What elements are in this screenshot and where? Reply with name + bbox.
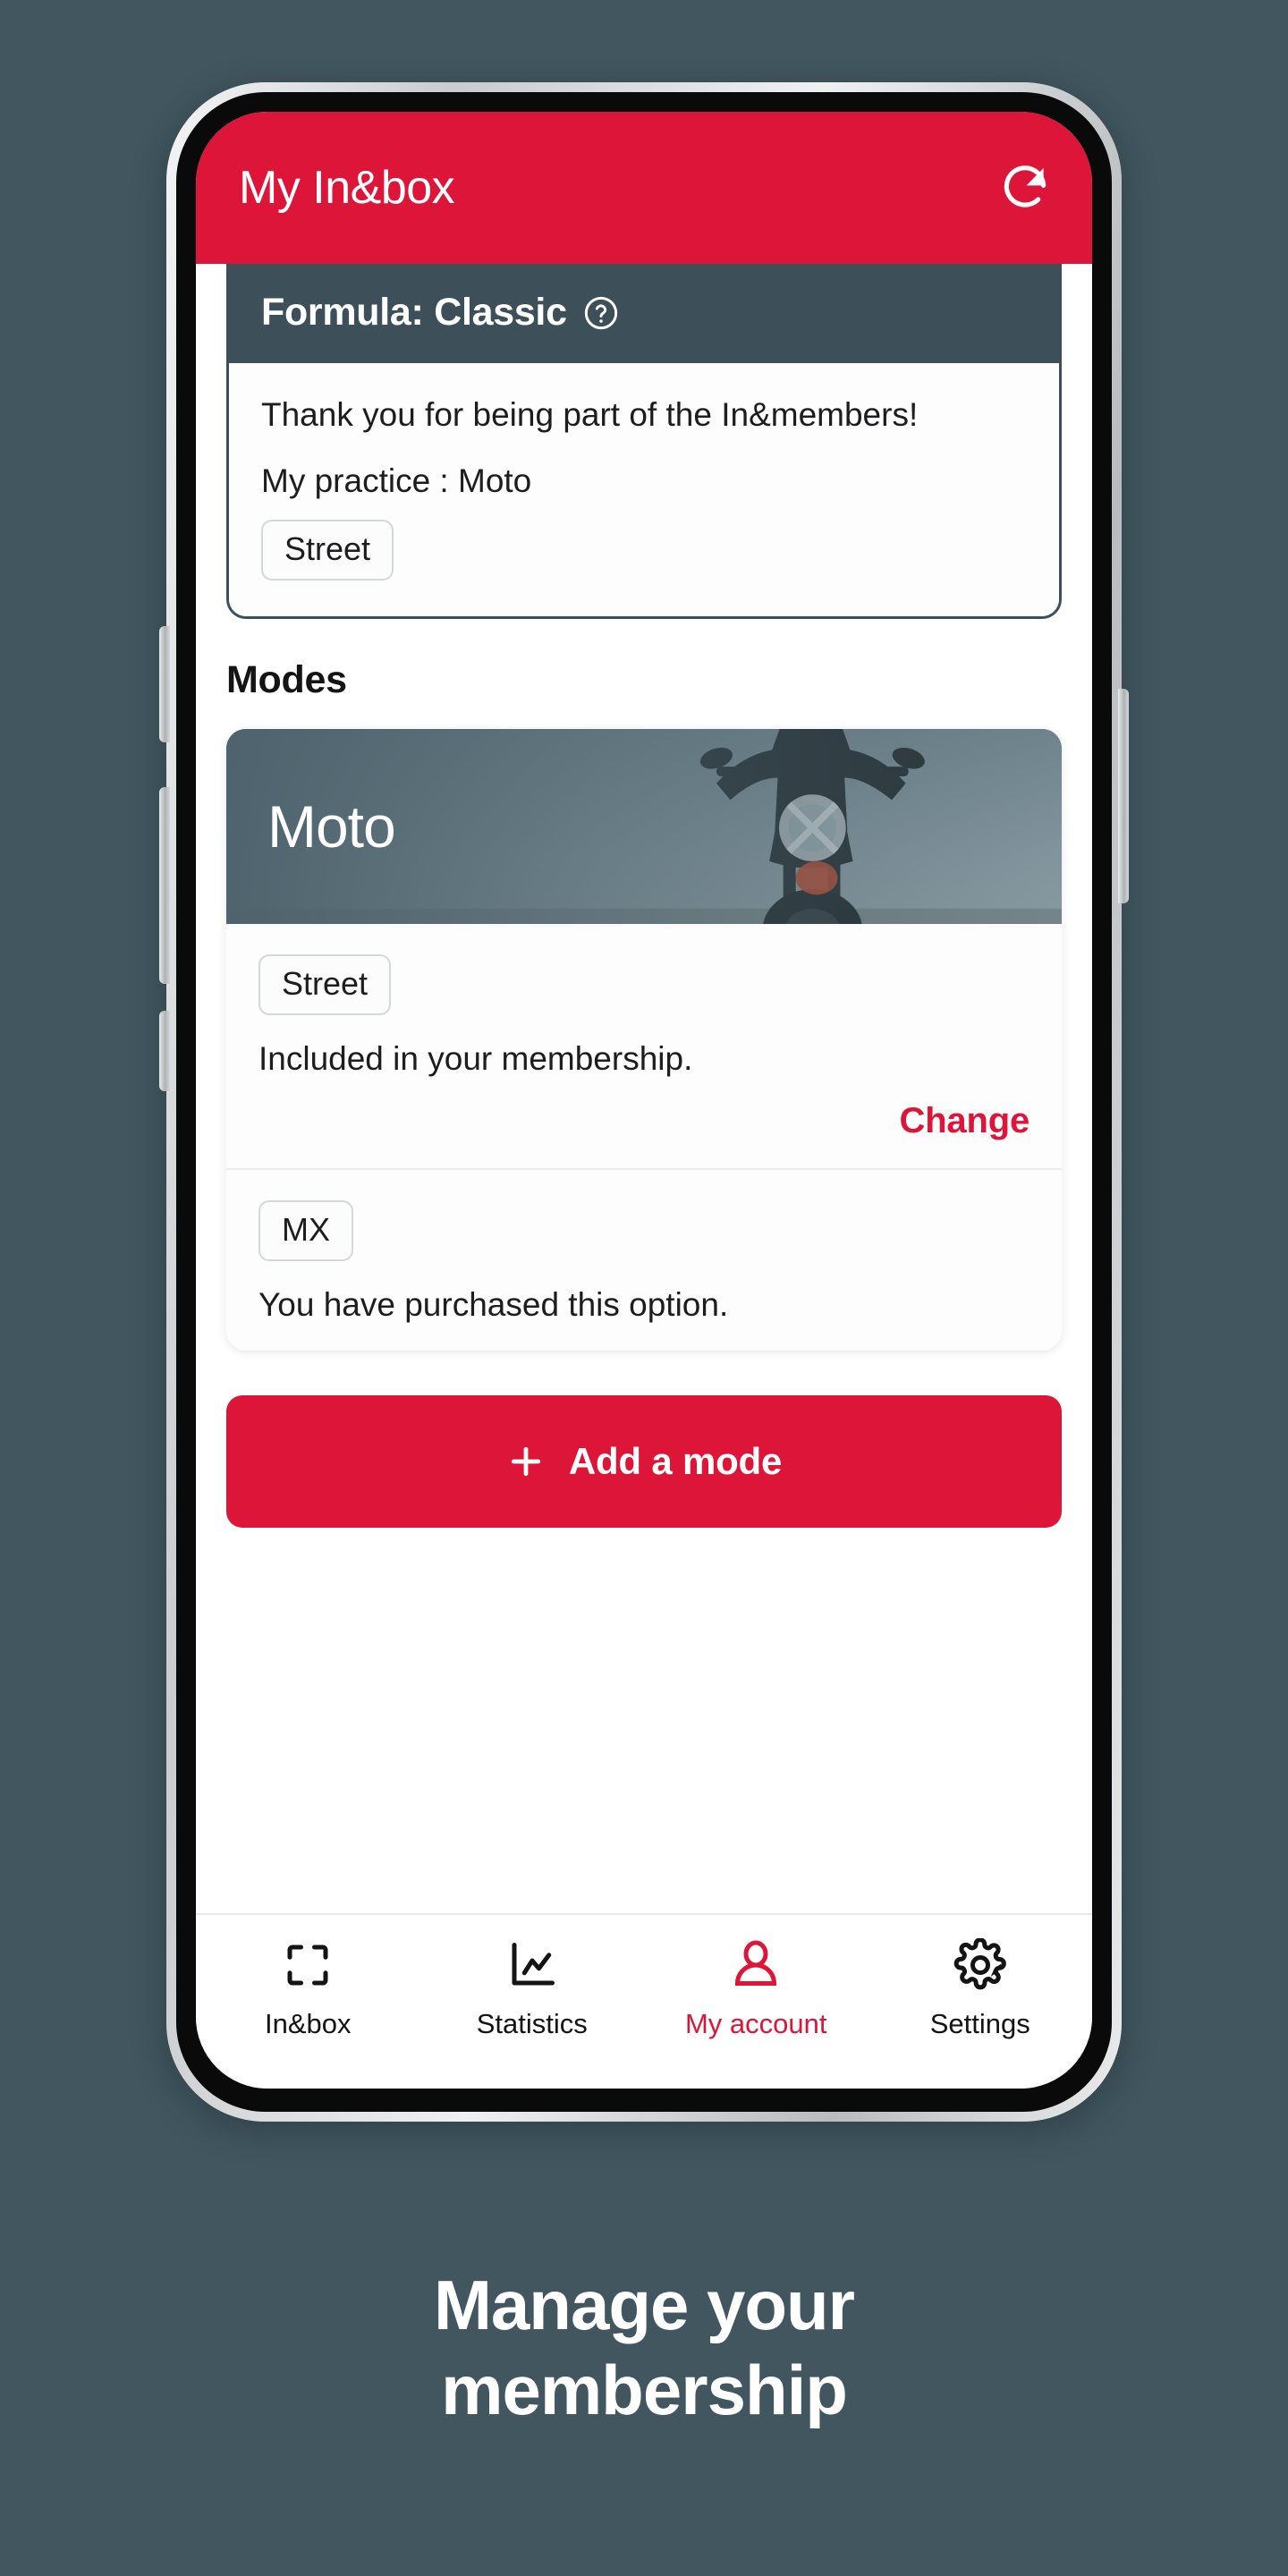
gear-icon xyxy=(953,1938,1006,1990)
nav-label-inbox: In&box xyxy=(264,2008,352,2039)
phone-side-button-volume-down xyxy=(159,1011,170,1091)
mode-card-moto: Moto Street Included in your membership.… xyxy=(226,729,1062,1352)
thanks-text: Thank you for being part of the In&membe… xyxy=(261,396,919,433)
help-circle-icon[interactable] xyxy=(583,295,619,331)
mode-row-mx: MX You have purchased this option. xyxy=(226,1168,1062,1351)
phone-frame: My In&box Formula: Classic Thank you for… xyxy=(166,82,1122,2122)
phone-bezel: My In&box Formula: Classic Thank you for… xyxy=(176,92,1112,2112)
plus-icon xyxy=(511,1447,540,1477)
refresh-button[interactable] xyxy=(997,160,1053,216)
refresh-icon xyxy=(1004,165,1046,208)
nav-item-inbox[interactable]: In&box xyxy=(196,1938,420,2040)
nav-item-my-account[interactable]: My account xyxy=(644,1938,869,2040)
line-chart-icon xyxy=(512,1943,555,1986)
add-mode-button[interactable]: Add a mode xyxy=(226,1395,1062,1529)
formula-card: Formula: Classic Thank you for being par… xyxy=(226,264,1062,620)
modes-heading: Modes xyxy=(226,658,347,702)
app-scroll-body[interactable]: Formula: Classic Thank you for being par… xyxy=(196,264,1092,1913)
phone-side-button-volume xyxy=(159,787,170,984)
nav-item-settings[interactable]: Settings xyxy=(869,1938,1093,2040)
person-icon xyxy=(735,1940,777,1986)
formula-title: Formula: Classic xyxy=(261,291,567,334)
mode-hero-title: Moto xyxy=(267,793,396,860)
app-header: My In&box xyxy=(196,112,1092,264)
nav-item-statistics[interactable]: Statistics xyxy=(420,1938,645,2040)
mode-chip-mx: MX xyxy=(258,1200,353,1262)
caption-line-1: Manage your xyxy=(433,2266,855,2344)
scan-frame-icon xyxy=(287,1945,328,1986)
screenshot-stage: My In&box Formula: Classic Thank you for… xyxy=(0,0,1288,2576)
nav-label-statistics: Statistics xyxy=(476,2008,588,2039)
mode-hero: Moto xyxy=(226,729,1062,925)
mode-action-street: Change xyxy=(258,1101,1030,1141)
phone-screen: My In&box Formula: Classic Thank you for… xyxy=(196,112,1092,2089)
caption-line-2: membership xyxy=(441,2351,848,2430)
formula-card-body: Thank you for being part of the In&membe… xyxy=(229,363,1059,617)
formula-card-header: Formula: Classic xyxy=(229,264,1059,363)
mode-description-mx: You have purchased this option. xyxy=(258,1286,729,1324)
mode-description-street: Included in your membership. xyxy=(258,1040,693,1078)
phone-side-button-silent xyxy=(159,626,170,742)
nav-label-my-account: My account xyxy=(684,2008,827,2039)
nav-label-settings: Settings xyxy=(929,2008,1030,2039)
phone-side-button-power xyxy=(1118,689,1129,903)
add-mode-label: Add a mode xyxy=(568,1440,783,1483)
bottom-nav: In&box Statistics My account Settings xyxy=(196,1913,1092,2089)
mode-row-street: Street Included in your membership. Chan… xyxy=(226,924,1062,1168)
caption: Manage your membership xyxy=(0,2263,1288,2433)
page-title: My In&box xyxy=(239,162,455,214)
practice-label: My practice : Moto xyxy=(261,462,532,500)
mode-chip-street: Street xyxy=(258,954,392,1016)
change-link[interactable]: Change xyxy=(900,1101,1030,1140)
practice-chip-street: Street xyxy=(261,520,394,581)
